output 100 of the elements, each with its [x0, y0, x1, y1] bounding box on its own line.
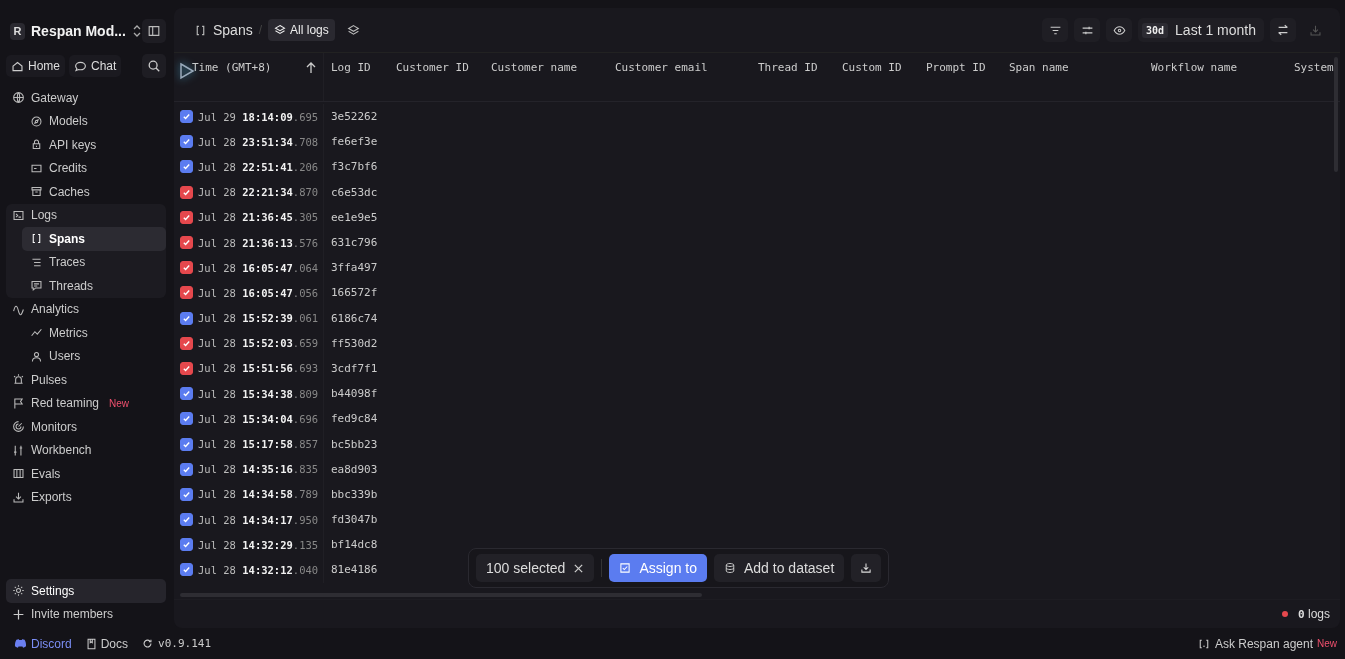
breadcrumb-link[interactable]: Spans [213, 22, 253, 38]
nav-item[interactable]: Settings [6, 579, 166, 603]
row-checkbox[interactable] [180, 185, 193, 199]
row-checkbox[interactable] [180, 563, 193, 577]
sliders-icon [12, 443, 25, 457]
nav-item[interactable]: API keys [22, 133, 166, 157]
timestamp: Jul 28 22:21:34.870 [198, 186, 319, 199]
timestamp: Jul 28 15:17:58.857 [198, 438, 319, 451]
table-cell: c6e53dc [331, 185, 378, 199]
new-label: New [109, 397, 130, 409]
timestamp: Jul 28 15:52:39.061 [198, 312, 319, 325]
column-header[interactable]: Prompt ID [926, 61, 986, 74]
eye-button[interactable] [1106, 18, 1132, 42]
footer-link[interactable]: Discord [14, 636, 72, 651]
assign-button[interactable]: Assign to [609, 554, 707, 582]
row-checkbox[interactable] [180, 437, 193, 451]
nav-item[interactable]: Evals [6, 462, 166, 486]
row-checkbox[interactable] [180, 210, 193, 224]
add-to-dataset-button[interactable]: Add to dataset [714, 554, 845, 582]
workspace-switcher[interactable]: R Respan Mod... [6, 22, 142, 40]
filter-button[interactable] [1042, 18, 1068, 42]
nav-item[interactable]: Spans [22, 227, 166, 251]
check-icon [182, 263, 191, 273]
row-checkbox[interactable] [180, 160, 193, 174]
row-checkbox[interactable] [180, 311, 193, 325]
check-icon [182, 112, 191, 122]
column-header[interactable]: System [1294, 61, 1334, 74]
timestamp: Jul 28 23:51:34.708 [198, 135, 319, 148]
swap-button[interactable] [1270, 18, 1296, 42]
column-header[interactable]: Custom ID [842, 61, 902, 74]
nav-item[interactable]: Red teaming New [6, 391, 166, 415]
nav-item[interactable]: Exports [6, 485, 166, 509]
log-count: 0 logs [1298, 607, 1330, 621]
row-checkbox[interactable] [180, 261, 193, 275]
column-header[interactable]: Span name [1009, 61, 1069, 74]
nav-item[interactable]: Credits [22, 156, 166, 180]
nav-item[interactable]: Users [22, 344, 166, 368]
row-checkbox[interactable] [180, 487, 193, 501]
nav-item[interactable]: Models [22, 109, 166, 133]
brackets-icon [30, 232, 43, 246]
check-icon [182, 162, 191, 172]
timestamp: Jul 28 14:32:12.040 [198, 563, 319, 576]
column-header[interactable]: Customer ID [396, 61, 469, 74]
export-button[interactable] [851, 554, 882, 582]
row-checkbox[interactable] [180, 361, 193, 375]
row-checkbox[interactable] [180, 462, 193, 476]
status-dot-icon [1282, 611, 1288, 617]
column-header[interactable]: Workflow name [1151, 61, 1238, 74]
column-header[interactable]: Customer name [491, 61, 578, 74]
row-checkbox[interactable] [180, 336, 193, 350]
row-checkbox[interactable] [180, 513, 193, 527]
nav-item[interactable]: Logs [6, 203, 166, 227]
nav-item[interactable]: Gateway [6, 86, 166, 110]
nav-item[interactable]: Caches [22, 180, 166, 204]
check-icon [182, 288, 191, 298]
column-header[interactable]: Log ID [331, 61, 371, 74]
nav-item[interactable]: Pulses [6, 368, 166, 392]
nav-item[interactable]: Monitors [6, 415, 166, 439]
nav-item[interactable]: Workbench [6, 438, 166, 462]
check-icon [182, 212, 191, 222]
row-checkbox[interactable] [180, 236, 193, 250]
quick-link[interactable]: Home [6, 55, 65, 77]
column-header[interactable]: Thread ID [758, 61, 818, 74]
row-checkbox[interactable] [180, 412, 193, 426]
date-range-button[interactable]: 30d Last 1 month [1138, 18, 1264, 42]
nav-item[interactable]: Traces [22, 250, 166, 274]
sort-arrow-icon[interactable] [305, 62, 317, 74]
nav-item[interactable]: Metrics [22, 321, 166, 345]
quick-link[interactable]: Chat [69, 55, 122, 77]
settings-button[interactable] [1074, 18, 1100, 42]
gear-icon [12, 584, 25, 598]
row-checkbox[interactable] [180, 387, 193, 401]
discord-icon [14, 638, 27, 649]
footer-link[interactable]: Docs [85, 636, 129, 651]
row-checkbox[interactable] [180, 110, 193, 124]
row-checkbox[interactable] [180, 135, 193, 149]
ask-agent-button[interactable]: Ask Respan agent [1197, 636, 1313, 651]
view-tab[interactable]: All logs [268, 19, 335, 41]
search-button[interactable] [142, 54, 166, 78]
brackets-icon [1197, 637, 1210, 650]
sidebar-toggle-button[interactable] [142, 19, 166, 43]
table-cell: b44098f [331, 387, 378, 401]
checkbox-icon [619, 562, 632, 574]
flag-icon [12, 396, 25, 410]
plus-icon [12, 607, 25, 621]
row-checkbox[interactable] [180, 538, 193, 552]
brackets-icon [194, 23, 207, 37]
row-checkbox[interactable] [180, 286, 193, 300]
check-icon [182, 137, 191, 147]
table-cell: ea8d903 [331, 462, 378, 476]
nav-item[interactable]: Threads [22, 274, 166, 298]
table-cell: bf14dc8 [331, 538, 378, 552]
download-icon [1308, 23, 1322, 37]
timestamp: Jul 28 16:05:47.056 [198, 286, 319, 299]
column-header[interactable]: Customer email [615, 61, 708, 74]
nav-item[interactable]: Invite members [6, 602, 166, 626]
column-header[interactable]: Time (GMT+8) [192, 61, 272, 74]
selected-count-button[interactable]: 100 selected [476, 554, 595, 582]
table-cell: 3e52262 [331, 110, 378, 124]
nav-item[interactable]: Analytics [6, 297, 166, 321]
